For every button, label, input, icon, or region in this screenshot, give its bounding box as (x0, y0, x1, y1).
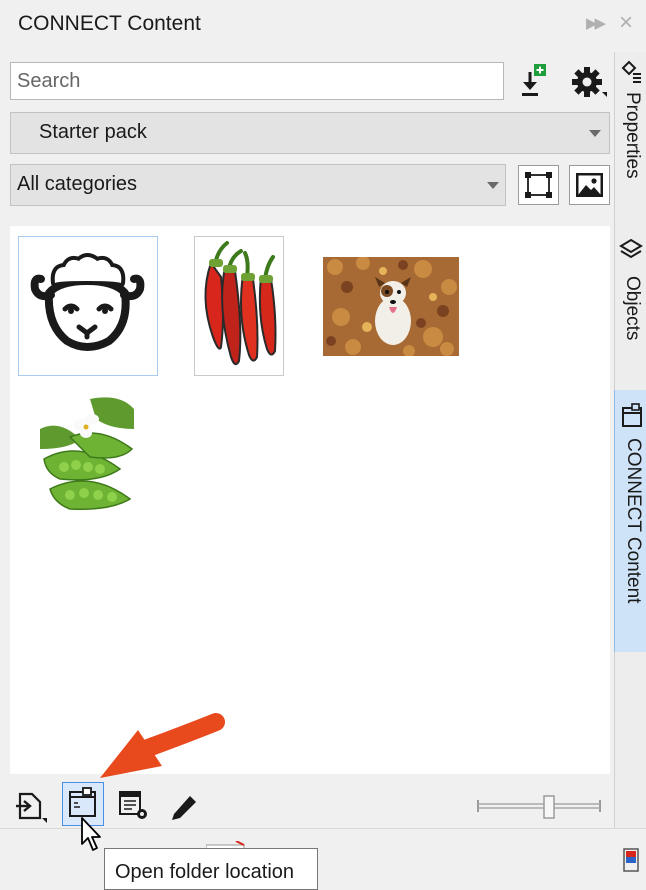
color-swatch-icon (623, 848, 639, 872)
settings-button[interactable] (568, 62, 608, 102)
properties-icon (119, 791, 147, 819)
bitmap-view-icon (576, 173, 603, 197)
chevron-down-icon (589, 130, 601, 137)
thumbnail-peas-photo[interactable] (40, 389, 134, 527)
dog-photo-image (323, 256, 459, 357)
chevron-down-icon (487, 182, 499, 189)
search-input[interactable] (10, 62, 504, 100)
add-to-tray-button[interactable] (12, 784, 52, 826)
gear-icon (572, 67, 607, 97)
annotation-arrow (100, 713, 225, 778)
properties-tab-icon (621, 60, 641, 83)
category-dropdown-value: All categories (17, 173, 138, 195)
import-button[interactable] (518, 62, 556, 102)
vector-view-button[interactable] (518, 165, 559, 205)
tooltip: Open folder location (104, 848, 318, 890)
layers-icon (619, 238, 643, 259)
peppers-image (204, 241, 277, 366)
sheep-image (30, 253, 145, 351)
tab-objects-label: Objects (622, 276, 643, 341)
tab-properties-label: Properties (622, 92, 643, 179)
peas-photo-image (40, 389, 134, 527)
properties-button[interactable] (114, 784, 154, 826)
mouse-cursor-icon (81, 817, 101, 851)
download-plus-icon (522, 64, 546, 96)
connect-tab-icon (622, 403, 642, 427)
pencil-icon (172, 796, 196, 820)
tab-connect-content-label: CONNECT Content (623, 438, 644, 604)
pack-dropdown[interactable]: Starter pack (10, 112, 610, 154)
close-icon[interactable]: × (619, 9, 633, 37)
tab-objects[interactable]: Objects (614, 226, 646, 356)
add-to-tray-icon (16, 792, 47, 823)
pack-dropdown-value: Starter pack (39, 121, 147, 143)
slider-icon (477, 795, 601, 819)
category-dropdown[interactable]: All categories (10, 164, 506, 206)
tab-properties[interactable]: Properties (614, 52, 646, 202)
vector-view-icon (525, 172, 552, 198)
bitmap-view-button[interactable] (569, 165, 610, 205)
thumbnail-peppers[interactable] (194, 236, 284, 376)
edit-button[interactable] (164, 784, 204, 826)
thumbnail-size-slider[interactable] (474, 790, 604, 822)
tab-connect-content[interactable]: CONNECT Content (614, 390, 646, 652)
thumbnail-sheep[interactable] (18, 236, 158, 376)
panel-title: CONNECT Content (18, 12, 201, 35)
thumbnail-dog-photo[interactable] (323, 256, 459, 357)
collapse-arrows-icon[interactable]: ▶▶ (586, 14, 606, 32)
